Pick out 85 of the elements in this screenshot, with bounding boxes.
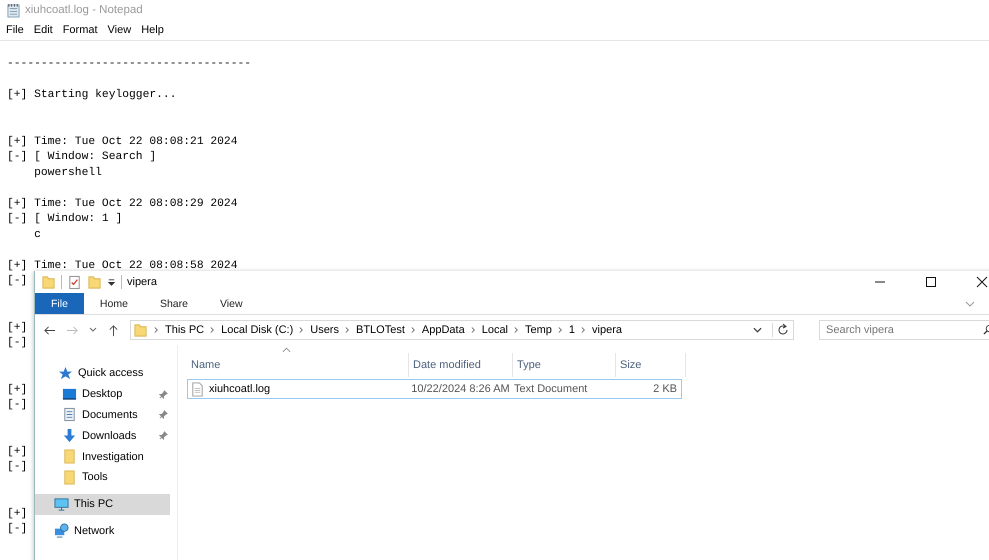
address-bar[interactable]: This PC Local Disk (C:) Users BTLOTest AppData Local Temp 1 vipera (130, 320, 794, 340)
chevron-right-icon (558, 326, 563, 334)
star-icon (58, 366, 73, 381)
ribbon-tab[interactable]: Share (144, 293, 204, 314)
chevron-right-icon (470, 326, 476, 334)
chevron-right-icon (299, 326, 304, 334)
breadcrumb[interactable]: vipera (592, 324, 622, 336)
text-line: [-] (7, 398, 28, 413)
text-line: c (33, 228, 41, 242)
ribbon-tab[interactable]: Home (84, 293, 144, 314)
menu-item[interactable]: Format (62, 24, 104, 36)
text-line: [-] (7, 522, 28, 537)
properties-icon[interactable] (67, 274, 82, 290)
chevron-icon[interactable] (965, 300, 975, 306)
file-size: 2 KB (652, 383, 678, 395)
window-title: vipera (127, 276, 157, 288)
nav-item[interactable]: Downloads (35, 425, 170, 446)
breadcrumb[interactable]: BTLOTest (356, 324, 405, 336)
chevron-right-icon (410, 326, 416, 334)
desktop-icon (62, 386, 77, 402)
file-name: xiuhcoatl.log (209, 383, 270, 395)
text-line: [-] (7, 460, 28, 475)
menu-item[interactable]: View (108, 24, 138, 36)
chevron-right-icon (344, 326, 350, 334)
text-line: [+] (7, 320, 28, 336)
column-header[interactable]: Date modified (409, 353, 513, 377)
text-line: [+] Time: Tue Oct 22 08:08:21 2024 (7, 134, 238, 150)
breadcrumb[interactable]: Local Disk (C:) (221, 324, 294, 336)
text-line: [+] Time: Tue Oct 22 08:08:58 2024 (7, 258, 238, 274)
text-line: [-] [ Window: Search ] (7, 150, 156, 165)
text-line: [+] (7, 382, 28, 398)
text-file-icon (190, 382, 205, 396)
breadcrumb[interactable]: Users (310, 324, 339, 336)
text-line: [-] [ Window: 1 ] (7, 212, 122, 227)
nav-item[interactable]: Quick access (35, 363, 170, 384)
up-icon[interactable] (107, 324, 120, 336)
breadcrumb[interactable]: 1 (568, 324, 576, 336)
ribbon-tab[interactable]: View (204, 293, 259, 314)
nav-item[interactable]: Desktop (35, 384, 170, 405)
text-line: [+] (7, 506, 28, 522)
folder-icon (62, 470, 77, 485)
down-arrow-icon (62, 428, 77, 444)
chevron-right-icon (514, 326, 519, 334)
sort-caret-icon[interactable] (282, 347, 291, 353)
computer-icon (54, 496, 69, 512)
date-modified: 10/22/2024 8:26 AM (410, 383, 510, 395)
notepad-icon (7, 2, 20, 18)
text-line: powershell (33, 166, 102, 180)
column-header[interactable]: Name (187, 353, 409, 377)
text-line: [+] Starting keylogger... (7, 88, 176, 103)
text-line: [-] (7, 336, 28, 351)
file-type: Text Document (513, 383, 588, 395)
menu-item[interactable]: File (6, 24, 30, 36)
nav-item[interactable]: Documents (35, 404, 170, 426)
nav-item[interactable]: Investigation (35, 446, 170, 467)
column-header[interactable]: Size (616, 353, 686, 377)
breadcrumb[interactable]: This PC (165, 324, 204, 336)
chevron-right-icon (581, 326, 586, 334)
breadcrumb[interactable]: Local (482, 324, 508, 336)
text-line: [-] (7, 274, 28, 289)
chevron-right-icon (154, 326, 159, 334)
nav-item[interactable]: Tools (35, 466, 170, 488)
ribbon-tab[interactable]: File (35, 293, 84, 314)
window-title: xiuhcoatl.log - Notepad (25, 4, 143, 16)
search-field[interactable]: Search vipera (819, 320, 989, 340)
dropdown-icon[interactable] (107, 278, 116, 286)
menu-item[interactable]: Help (141, 24, 170, 36)
folder-icon (133, 322, 148, 338)
folder-icon (62, 449, 77, 464)
breadcrumb[interactable]: AppData (422, 324, 465, 336)
nav-item[interactable]: This PC (35, 494, 170, 515)
file-row[interactable]: xiuhcoatl.log 10/22/2024 8:26 AM Text Document 2 KB (187, 379, 682, 399)
back-icon[interactable] (43, 324, 56, 336)
text-line: ------------------------------------ (7, 57, 252, 72)
breadcrumb[interactable]: Temp (525, 324, 552, 336)
dropdown-icon[interactable] (753, 327, 762, 333)
nav-item[interactable]: Network (35, 520, 170, 542)
text-line: [+] Time: Tue Oct 22 08:08:29 2024 (7, 196, 238, 212)
column-header[interactable]: Type (513, 353, 616, 377)
document-icon (62, 407, 77, 422)
chevron-right-icon (210, 326, 216, 334)
text-line: [+] (7, 444, 28, 460)
network-icon (54, 523, 69, 538)
menu-item[interactable]: Edit (34, 24, 59, 36)
recent-dropdown-icon[interactable] (89, 327, 97, 333)
